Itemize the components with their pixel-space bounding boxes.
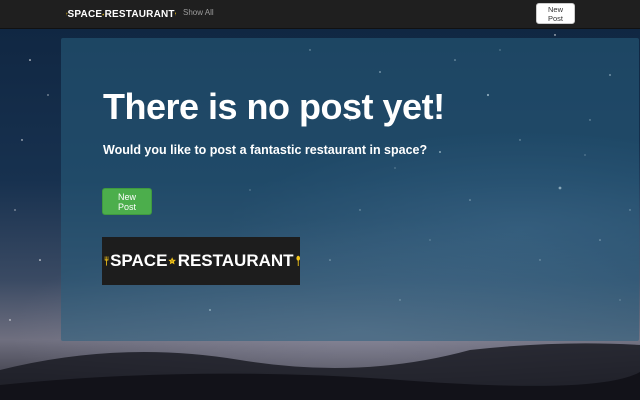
star-icon (168, 257, 177, 265)
show-all-link[interactable]: Show All (183, 8, 214, 17)
logo-text-space: SPACE (110, 251, 168, 270)
brand-logo-link[interactable]: SPACE RESTAURANT (66, 3, 176, 25)
logo-text-restaurant: RESTAURANT (177, 251, 294, 270)
fork-icon (104, 256, 109, 266)
page-title: There is no post yet! (103, 86, 445, 127)
restaurant-logo-banner: SPACE RESTAURANT (102, 237, 300, 285)
spoon-icon (174, 12, 176, 16)
brand-text-restaurant: RESTAURANT (104, 8, 175, 20)
spoon-icon (295, 255, 300, 267)
new-post-button[interactable]: New Post (102, 188, 152, 215)
page-subtitle: Would you like to post a fantastic resta… (103, 143, 428, 157)
top-navbar: SPACE RESTAURANT Show All New Post (0, 0, 640, 29)
navbar-new-post-button[interactable]: New Post (536, 3, 575, 24)
brand-text-space: SPACE (67, 8, 103, 20)
